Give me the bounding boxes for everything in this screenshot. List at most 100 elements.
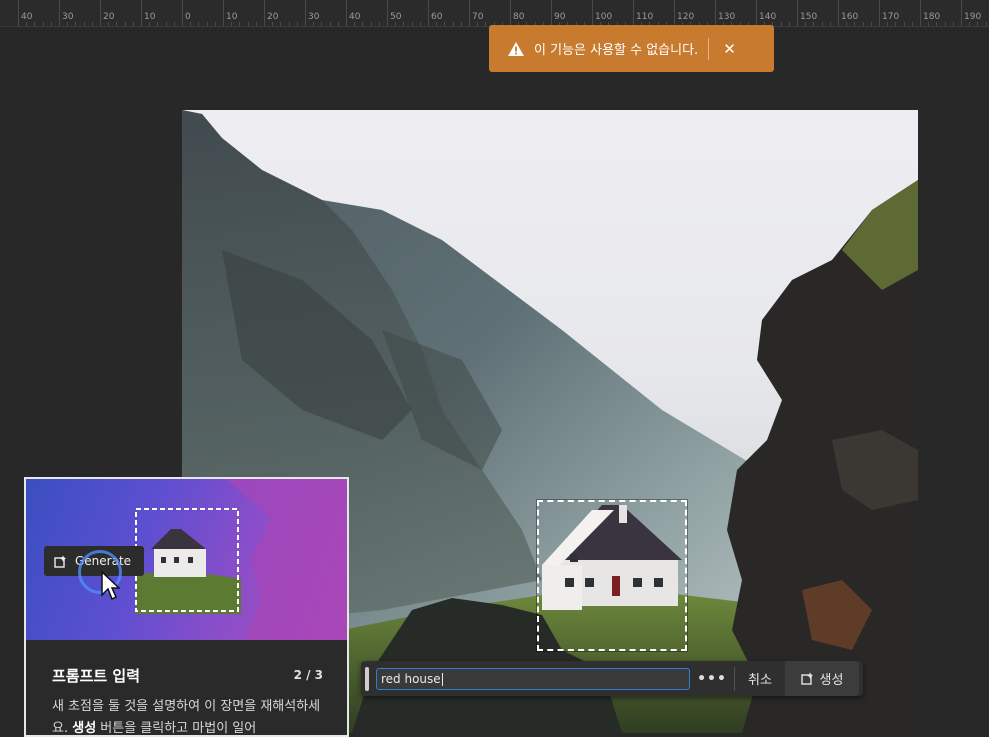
ruler-minor-tick	[206, 22, 208, 26]
ruler-tick-label: 0	[185, 12, 191, 22]
ruler-tick-label: 40	[349, 12, 361, 22]
ruler-major-tick	[428, 0, 429, 26]
ruler-tick-label: 130	[718, 12, 736, 22]
ruler-minor-tick	[895, 22, 897, 26]
tutorial-card: Generate 프롬프트 입력 2 / 3 새 초점을 둘 것을 설명하여 이…	[24, 477, 349, 737]
ruler-major-tick	[920, 0, 921, 26]
ruler-minor-tick	[985, 22, 987, 26]
tutorial-step-counter: 2 / 3	[293, 668, 323, 682]
ruler-minor-tick	[928, 22, 930, 26]
ruler-tick-label: 110	[636, 12, 654, 22]
generative-fill-icon	[54, 555, 66, 568]
ruler-minor-tick	[477, 22, 479, 26]
ruler-minor-tick	[903, 22, 905, 26]
ruler-minor-tick	[403, 22, 405, 26]
ruler-minor-tick	[67, 22, 69, 26]
ruler-minor-tick	[452, 22, 454, 26]
ruler-minor-tick	[321, 22, 323, 26]
ruler-minor-tick	[329, 22, 331, 26]
ruler-minor-tick	[969, 22, 971, 26]
ruler-major-tick	[18, 0, 19, 26]
ruler-minor-tick	[50, 22, 52, 26]
ruler-minor-tick	[485, 22, 487, 26]
generate-button[interactable]: 생성	[785, 661, 859, 696]
ruler-minor-tick	[190, 22, 192, 26]
ruler-major-tick	[715, 0, 716, 26]
ruler-minor-tick	[149, 22, 151, 26]
prompt-input[interactable]: red house	[376, 667, 690, 690]
ruler-minor-tick	[280, 22, 282, 26]
cursor-arrow-icon	[101, 571, 120, 601]
tutorial-body-text: 새 초점을 둘 것을 설명하여 이 장면을 재해석하세요. 생성 버튼을 클릭하…	[52, 696, 322, 736]
ruler-minor-tick	[444, 22, 446, 26]
tutorial-hero-image: Generate	[26, 479, 347, 640]
ruler-tick-label: 120	[677, 12, 695, 22]
ruler-minor-tick	[936, 22, 938, 26]
ruler-major-tick	[797, 0, 798, 26]
ruler-tick-label: 40	[21, 12, 33, 22]
house-selection-marquee[interactable]	[536, 499, 688, 652]
ruler-minor-tick	[26, 22, 28, 26]
ruler-tick-label: 50	[390, 12, 402, 22]
ruler-minor-tick	[862, 22, 864, 26]
ruler-minor-tick	[132, 22, 134, 26]
warning-icon	[508, 41, 524, 56]
tutorial-body-part2: 버튼을 클릭하고 마법이 일어	[96, 721, 257, 736]
ruler-minor-tick	[460, 22, 462, 26]
ruler-tick-label: 190	[964, 12, 982, 22]
ruler-minor-tick	[239, 22, 241, 26]
ruler-minor-tick	[805, 22, 807, 26]
ruler-minor-tick	[75, 22, 77, 26]
ruler-major-tick	[838, 0, 839, 26]
ruler-minor-tick	[419, 22, 421, 26]
ruler-minor-tick	[42, 22, 44, 26]
ruler-major-tick	[510, 0, 511, 26]
unavailable-feature-toast: 이 기능은 사용할 수 없습니다. ✕	[489, 25, 774, 72]
ruler-major-tick	[305, 0, 306, 26]
ruler-minor-tick	[870, 22, 872, 26]
prompt-input-value: red house	[381, 671, 441, 686]
ruler-tick-label: 100	[595, 12, 613, 22]
ruler-minor-tick	[108, 22, 110, 26]
ruler-minor-tick	[829, 22, 831, 26]
ruler-tick-label: 30	[308, 12, 320, 22]
more-options-button[interactable]: •••	[690, 671, 734, 687]
ruler-tick-label: 20	[267, 12, 279, 22]
ruler-tick-label: 180	[923, 12, 941, 22]
ruler-tick-label: 150	[800, 12, 818, 22]
ruler-minor-tick	[854, 22, 856, 26]
ruler-tick-label: 60	[431, 12, 443, 22]
ruler-tick-label: 80	[513, 12, 525, 22]
horizontal-ruler: 40 30 20 10 0 10 20 30 40 50 60 70 80 90 100 110 120 130 1…	[0, 0, 989, 27]
ruler-major-tick	[182, 0, 183, 26]
ruler-minor-tick	[887, 22, 889, 26]
ruler-major-tick	[756, 0, 757, 26]
cancel-button[interactable]: 취소	[735, 669, 785, 688]
ruler-minor-tick	[247, 22, 249, 26]
ruler-tick-label: 160	[841, 12, 859, 22]
ruler-major-tick	[346, 0, 347, 26]
ruler-minor-tick	[313, 22, 315, 26]
ruler-minor-tick	[362, 22, 364, 26]
ruler-major-tick	[59, 0, 60, 26]
tutorial-body-bold: 생성	[72, 721, 97, 736]
ruler-major-tick	[223, 0, 224, 26]
ruler-minor-tick	[821, 22, 823, 26]
ruler-tick-label: 170	[882, 12, 900, 22]
ruler-tick-label: 70	[472, 12, 484, 22]
taskbar-drag-handle[interactable]	[365, 666, 369, 691]
ruler-major-tick	[633, 0, 634, 26]
ruler-minor-tick	[813, 22, 815, 26]
ruler-minor-tick	[788, 22, 790, 26]
toast-close-button[interactable]: ✕	[723, 40, 736, 58]
ruler-minor-tick	[165, 22, 167, 26]
ruler-tick-label: 90	[554, 12, 566, 22]
ruler-tick-label: 140	[759, 12, 777, 22]
ruler-major-tick	[592, 0, 593, 26]
ruler-major-tick	[264, 0, 265, 26]
ruler-minor-tick	[952, 22, 954, 26]
generative-fill-icon	[800, 672, 813, 685]
ruler-major-tick	[141, 0, 142, 26]
ruler-major-tick	[674, 0, 675, 26]
ruler-minor-tick	[157, 22, 159, 26]
